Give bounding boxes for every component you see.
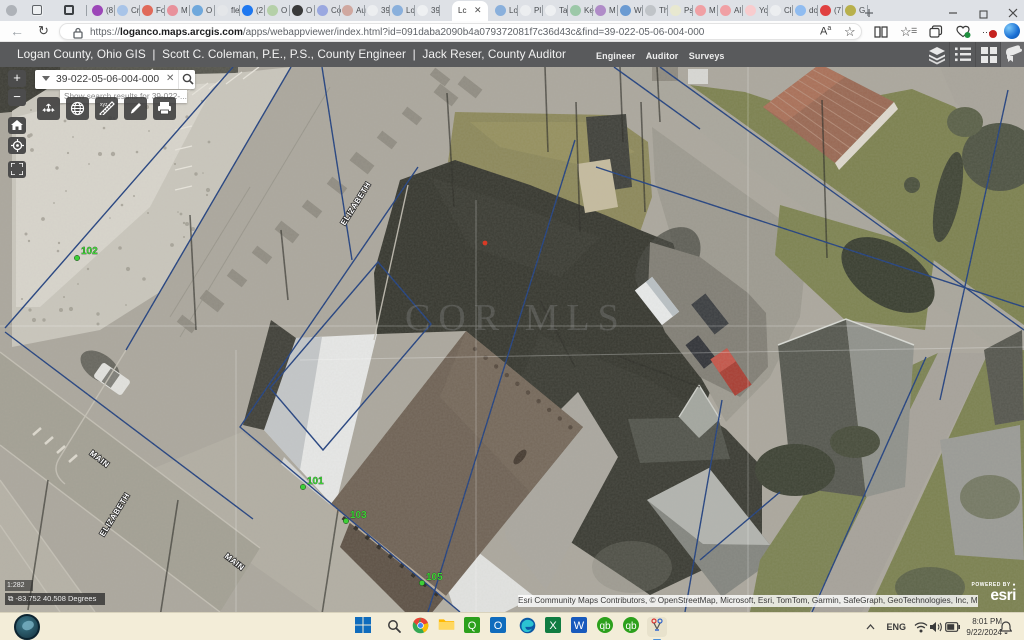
svg-text:X: X: [549, 620, 557, 632]
svg-text:O: O: [494, 620, 503, 632]
svg-text:103: 103: [350, 510, 367, 521]
svg-text:qb: qb: [599, 621, 611, 632]
svg-text:qb: qb: [625, 621, 637, 632]
svg-text:102: 102: [81, 246, 98, 257]
svg-text:101: 101: [307, 476, 324, 487]
svg-text:W: W: [574, 620, 585, 632]
svg-text:Q: Q: [468, 620, 477, 632]
svg-text:xyz: xyz: [100, 102, 108, 108]
svg-text:105: 105: [426, 572, 443, 583]
